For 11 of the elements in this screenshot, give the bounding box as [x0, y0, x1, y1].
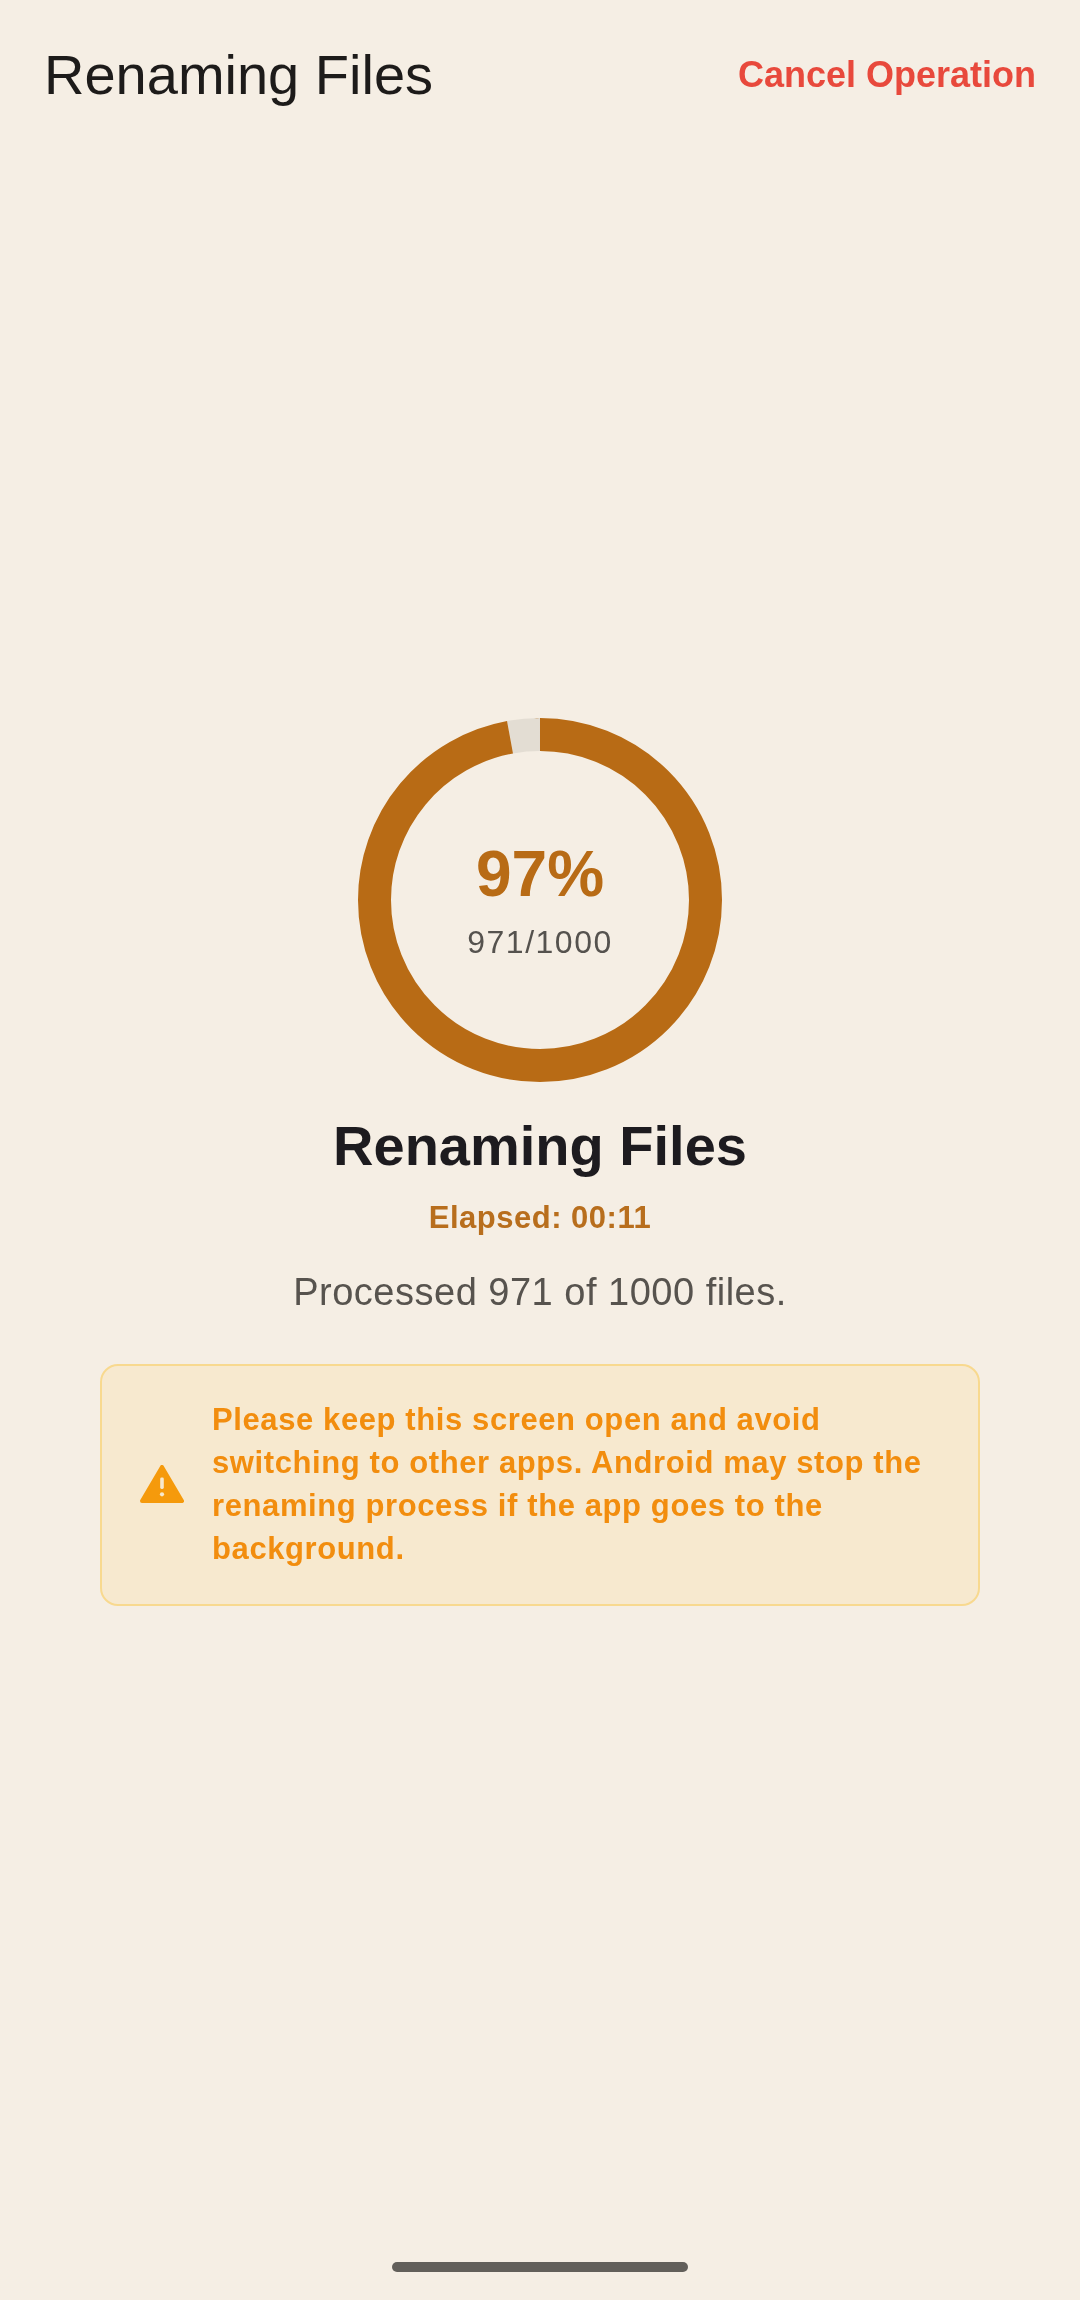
- remaining-arc: [507, 718, 541, 754]
- cancel-button[interactable]: Cancel Operation: [713, 41, 1060, 109]
- status-title: Renaming Files: [333, 1113, 747, 1180]
- elapsed-time: Elapsed: 00:11: [428, 1199, 652, 1237]
- warning-icon: [140, 1465, 184, 1504]
- home-indicator[interactable]: [392, 2262, 688, 2272]
- page-title: Renaming Files: [44, 42, 434, 108]
- processed-summary: Processed 971 of 1000 files.: [293, 1270, 787, 1316]
- warning-text: Please keep this screen open and avoid switching to other apps. Android may stop the renaming process if the app goes to the background.: [212, 1401, 923, 1569]
- percent-text: 97%: [475, 838, 605, 910]
- count-text: 971/1000: [467, 923, 613, 962]
